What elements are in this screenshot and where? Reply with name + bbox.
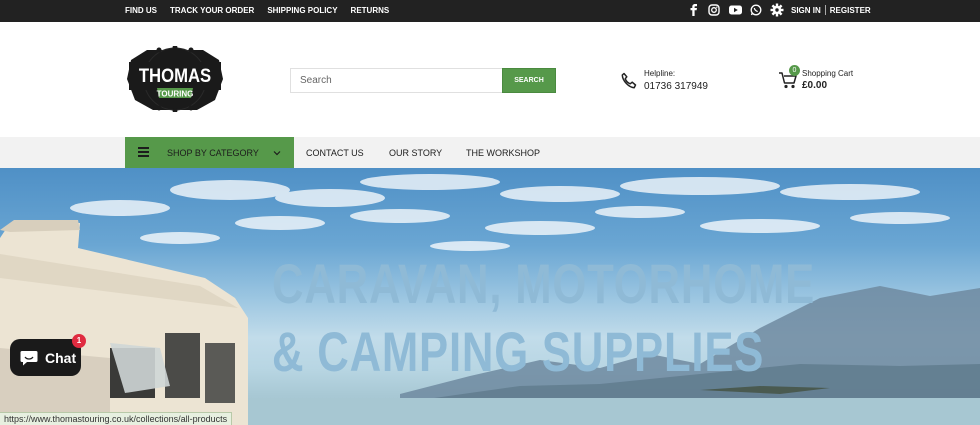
- site-header: THOMAS TOURING SEARCH Helpline: 01736 31…: [0, 22, 980, 137]
- register-link[interactable]: REGISTER: [830, 6, 871, 15]
- browser-status-url: https://www.thomastouring.co.uk/collecti…: [0, 412, 233, 425]
- helpline: Helpline: 01736 317949: [620, 68, 708, 92]
- logo-text-touring: TOURING: [157, 90, 194, 99]
- youtube-icon[interactable]: [728, 3, 742, 17]
- social-links: [686, 3, 763, 17]
- chat-label: Chat: [45, 349, 77, 366]
- facebook-icon[interactable]: [686, 3, 700, 17]
- thomas-touring-logo[interactable]: THOMAS TOURING: [127, 46, 223, 112]
- top-links: FIND US TRACK YOUR ORDER SHIPPING POLICY…: [125, 6, 389, 15]
- category-label: SHOP BY CATEGORY: [167, 148, 259, 158]
- settings-gear-icon[interactable]: [770, 3, 784, 17]
- cart-total: £0.00: [802, 80, 828, 91]
- helpline-label: Helpline:: [644, 69, 676, 78]
- phone-icon: [621, 72, 637, 89]
- hero-banner[interactable]: CARAVAN, MOTORHOME & CAMPING SUPPLIES: [0, 168, 980, 425]
- top-bar: FIND US TRACK YOUR ORDER SHIPPING POLICY…: [0, 0, 980, 22]
- search-button[interactable]: SEARCH: [502, 68, 556, 93]
- cart-icon-wrap: 0: [778, 65, 800, 90]
- nav-our-story[interactable]: OUR STORY: [389, 148, 442, 158]
- cart-label: Shopping Cart: [802, 69, 854, 78]
- instagram-icon[interactable]: [707, 3, 721, 17]
- hero-title: CARAVAN, MOTORHOME & CAMPING SUPPLIES: [272, 250, 816, 386]
- account-links: SIGN IN REGISTER: [791, 5, 871, 15]
- chat-notification-badge: 1: [72, 334, 86, 348]
- find-us-link[interactable]: FIND US: [125, 6, 157, 15]
- shipping-policy-link[interactable]: SHIPPING POLICY: [267, 6, 337, 15]
- sign-in-link[interactable]: SIGN IN: [791, 6, 821, 15]
- motorhome: [0, 220, 248, 425]
- shopping-cart[interactable]: 0 Shopping Cart £0.00: [778, 65, 853, 91]
- hero-title-line-1: CARAVAN, MOTORHOME: [272, 252, 816, 315]
- helpline-number[interactable]: 01736 317949: [644, 81, 708, 92]
- logo-text-thomas: THOMAS: [139, 65, 211, 86]
- helpline-text: Helpline: 01736 317949: [644, 68, 708, 92]
- menu-hamburger-icon: [138, 147, 149, 158]
- nav-contact-us[interactable]: CONTACT US: [306, 148, 364, 158]
- divider: [824, 5, 826, 15]
- search-bar: SEARCH: [290, 68, 556, 93]
- shop-by-category-dropdown[interactable]: SHOP BY CATEGORY: [125, 137, 294, 168]
- search-input[interactable]: [290, 68, 502, 93]
- hero-title-line-2: & CAMPING SUPPLIES: [272, 320, 765, 383]
- track-order-link[interactable]: TRACK YOUR ORDER: [170, 6, 254, 15]
- chat-bubble-icon: [20, 350, 38, 365]
- main-nav: SHOP BY CATEGORY CONTACT US OUR STORY TH…: [0, 137, 980, 168]
- cart-text: Shopping Cart £0.00: [802, 68, 853, 91]
- nav-the-workshop[interactable]: THE WORKSHOP: [466, 148, 540, 158]
- chat-widget-button[interactable]: Chat 1: [10, 334, 86, 376]
- cart-count-badge: 0: [789, 65, 800, 76]
- whatsapp-icon[interactable]: [749, 3, 763, 17]
- returns-link[interactable]: RETURNS: [351, 6, 390, 15]
- chevron-down-icon: [273, 151, 281, 156]
